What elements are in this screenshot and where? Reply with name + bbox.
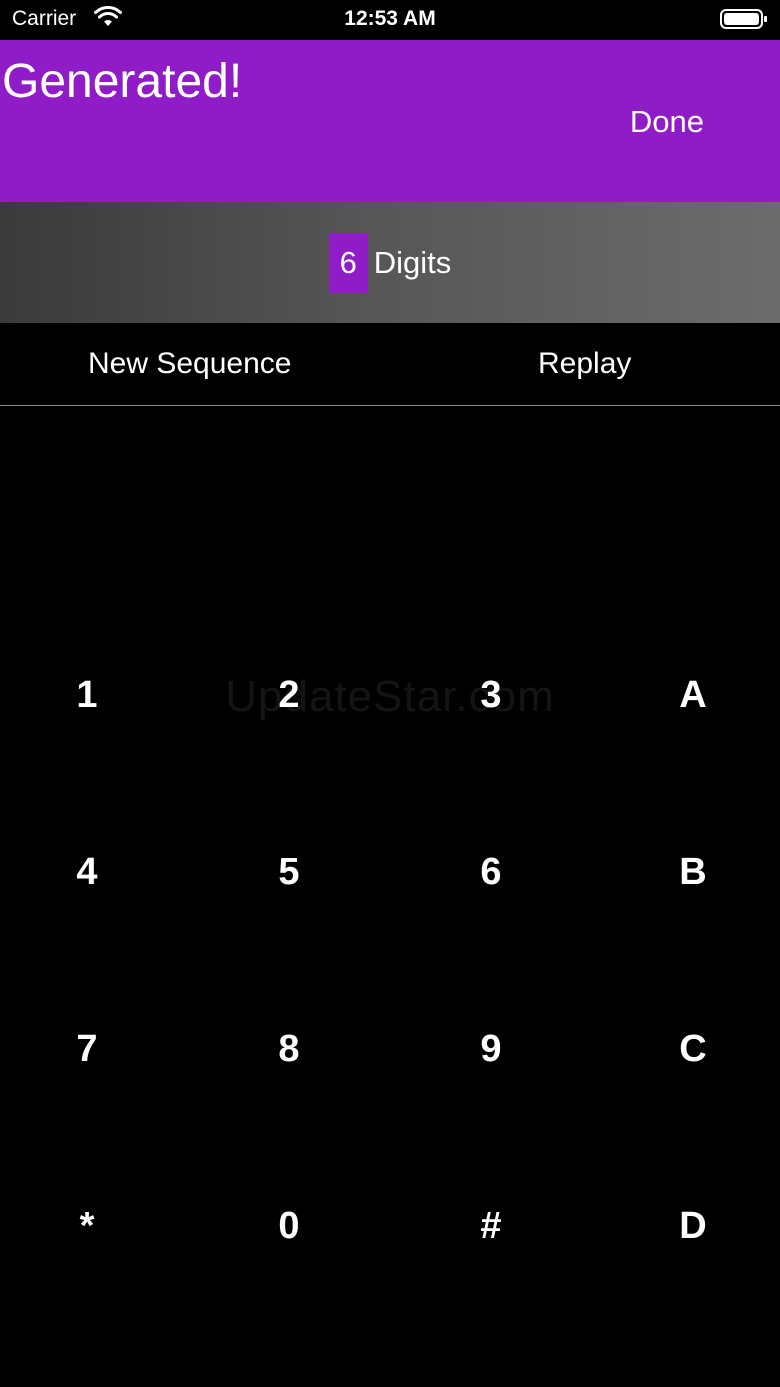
digits-selector: 6 Digits [0,202,780,323]
battery-icon [720,9,767,29]
done-button[interactable]: Done [630,104,704,140]
key-0[interactable]: 0 [188,1138,390,1315]
key-d[interactable]: D [592,1138,780,1315]
key-8[interactable]: 8 [188,961,390,1138]
action-bar: New Sequence Replay [0,325,780,406]
key-5[interactable]: 5 [188,784,390,961]
replay-button[interactable]: Replay [538,347,631,381]
status-bar: Carrier 12:53 AM [0,0,780,40]
status-time: 12:53 AM [344,7,436,30]
keypad: 1 2 3 A 4 5 6 B 7 8 9 C * 0 # D [0,607,780,1314]
key-7[interactable]: 7 [0,961,188,1138]
key-1[interactable]: 1 [0,607,188,784]
key-2[interactable]: 2 [188,607,390,784]
key-c[interactable]: C [592,961,780,1138]
page-title: Generated! [2,55,243,108]
key-6[interactable]: 6 [390,784,592,961]
key-star[interactable]: * [0,1138,188,1315]
digits-label: Digits [373,245,452,280]
new-sequence-button[interactable]: New Sequence [88,347,291,381]
key-b[interactable]: B [592,784,780,961]
digit-count-field[interactable]: 6 [328,233,368,293]
key-hash[interactable]: # [390,1138,592,1315]
key-9[interactable]: 9 [390,961,592,1138]
digits-display: 6 Digits [0,232,780,294]
key-3[interactable]: 3 [390,607,592,784]
key-4[interactable]: 4 [0,784,188,961]
header-bar: Generated! Done [0,40,780,202]
key-a[interactable]: A [592,607,780,784]
